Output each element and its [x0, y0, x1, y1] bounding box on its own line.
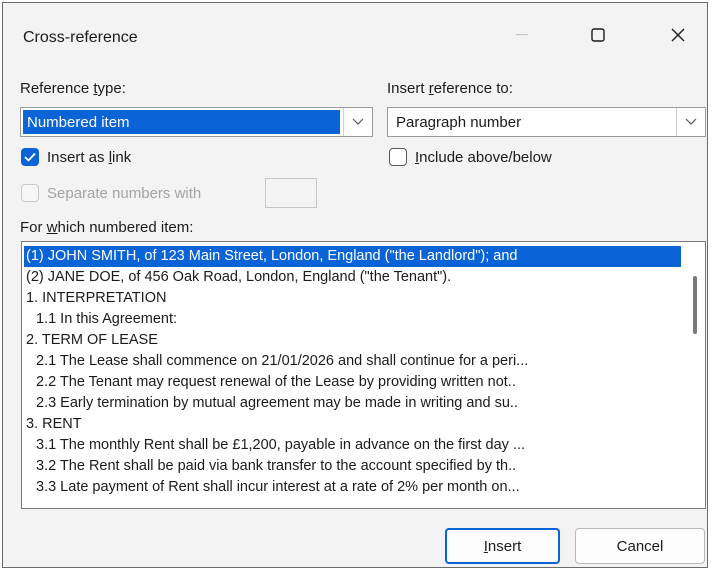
insert-reference-to-select[interactable]: Paragraph number — [387, 107, 706, 137]
list-item[interactable]: 2.3 Early termination by mutual agreemen… — [24, 393, 681, 414]
include-above-below-checkbox[interactable]: Include above/below — [389, 148, 552, 166]
insert-as-link-label: Insert as link — [47, 148, 132, 166]
minimize-button — [499, 17, 545, 53]
include-above-below-label: Include above/below — [415, 148, 552, 166]
insert-button[interactable]: Insert — [445, 528, 560, 564]
separator-input — [265, 178, 317, 208]
list-item[interactable]: (1) JOHN SMITH, of 123 Main Street, Lond… — [24, 246, 681, 267]
list-item[interactable]: 3. RENT — [24, 414, 681, 435]
reference-type-label: Reference type: — [20, 80, 126, 97]
minimize-icon — [516, 34, 528, 36]
list-item[interactable]: 2.2 The Tenant may request renewal of th… — [24, 372, 681, 393]
cross-reference-dialog: Cross-reference Reference type: Numbered… — [2, 2, 708, 568]
checkmark-icon — [24, 152, 36, 162]
numbered-item-list-label: For which numbered item: — [20, 219, 194, 236]
cancel-button-label: Cancel — [616, 537, 664, 555]
list-item[interactable]: 1.1 In this Agreement: — [24, 309, 681, 330]
list-item[interactable]: 2.1 The Lease shall commence on 21/01/20… — [24, 351, 681, 372]
title-bar[interactable]: Cross-reference — [3, 3, 707, 65]
maximize-icon — [591, 28, 605, 42]
checkbox-box[interactable] — [21, 148, 39, 166]
list-item[interactable]: 2. TERM OF LEASE — [24, 330, 681, 351]
scrollbar-thumb[interactable] — [693, 276, 697, 334]
cancel-button[interactable]: Cancel — [575, 528, 705, 564]
insert-button-label: Insert — [483, 537, 522, 555]
dialog-title: Cross-reference — [23, 29, 138, 46]
reference-type-dropdown-button[interactable] — [343, 108, 372, 136]
list-item[interactable]: (2) JANE DOE, of 456 Oak Road, London, E… — [24, 267, 681, 288]
list-item[interactable]: 1. INTERPRETATION — [24, 288, 681, 309]
insert-reference-to-value: Paragraph number — [396, 113, 522, 131]
vertical-scrollbar[interactable] — [687, 246, 703, 504]
chevron-down-icon — [685, 118, 697, 125]
numbered-item-listbox[interactable]: (1) JOHN SMITH, of 123 Main Street, Lond… — [21, 241, 706, 509]
checkbox-box[interactable] — [389, 148, 407, 166]
list-item[interactable]: 3.3 Late payment of Rent shall incur int… — [24, 477, 681, 498]
checkbox-box — [21, 184, 39, 202]
insert-as-link-checkbox[interactable]: Insert as link — [21, 148, 131, 166]
reference-type-value: Numbered item — [23, 110, 340, 134]
reference-type-select[interactable]: Numbered item — [20, 107, 373, 137]
insert-reference-to-label: Insert reference to: — [387, 80, 513, 97]
list-items: (1) JOHN SMITH, of 123 Main Street, Lond… — [24, 246, 681, 498]
close-icon — [671, 28, 685, 42]
list-item[interactable]: 3.2 The Rent shall be paid via bank tran… — [24, 456, 681, 477]
maximize-button[interactable] — [575, 17, 621, 53]
insert-reference-to-dropdown-button[interactable] — [676, 108, 705, 136]
list-item[interactable]: 3.1 The monthly Rent shall be £1,200, pa… — [24, 435, 681, 456]
separate-numbers-checkbox: Separate numbers with — [21, 184, 201, 202]
separate-numbers-label: Separate numbers with — [47, 184, 202, 202]
chevron-down-icon — [352, 118, 364, 125]
close-button[interactable] — [655, 17, 701, 53]
